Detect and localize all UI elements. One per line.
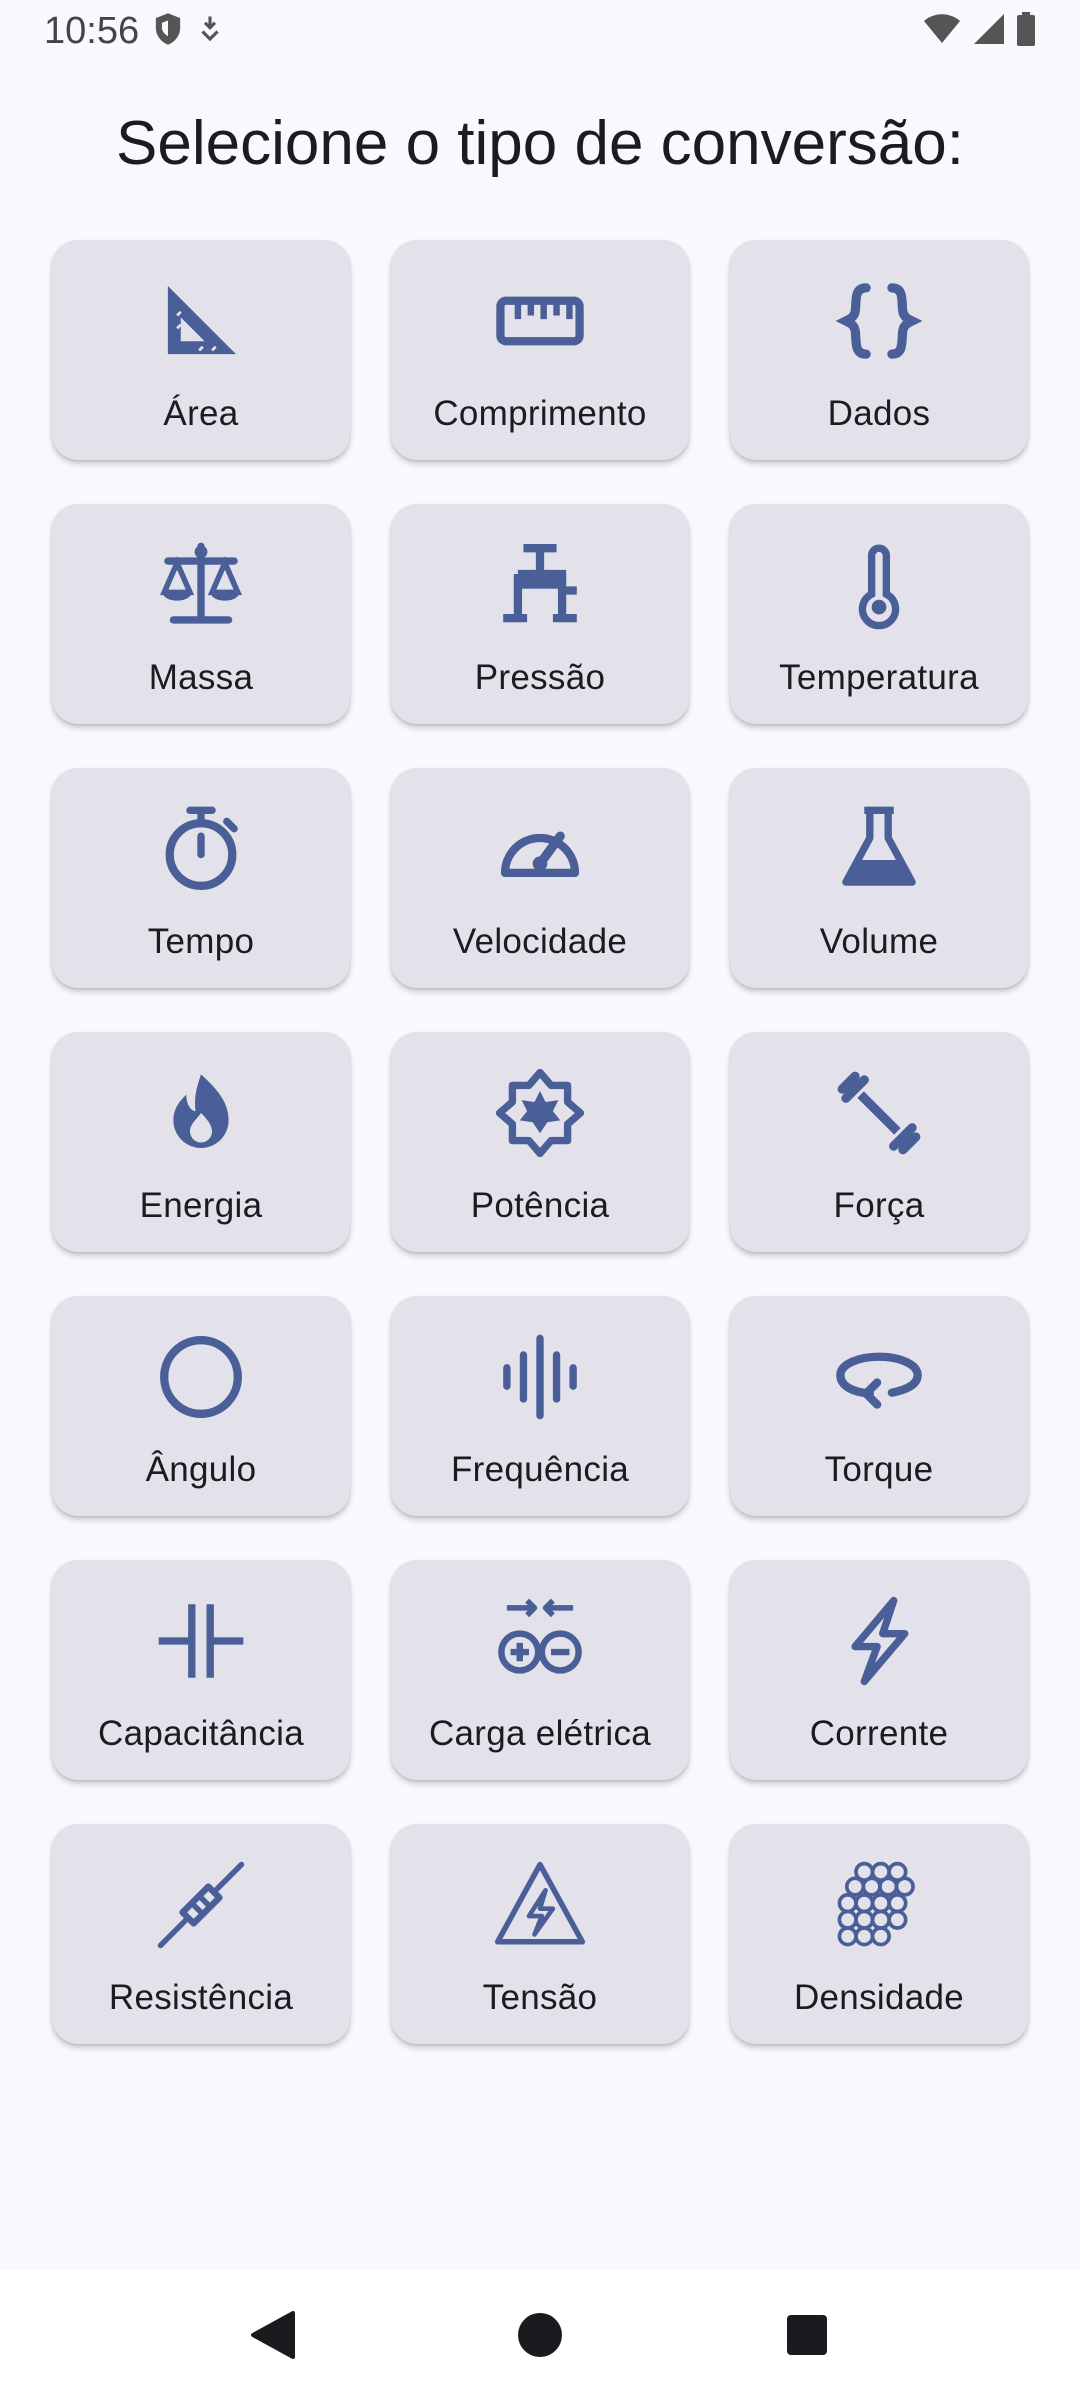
tile-volume[interactable]: Volume: [730, 768, 1028, 988]
tile-area[interactable]: Área: [52, 240, 350, 460]
download-icon: [197, 14, 223, 49]
flame-icon: [151, 1068, 251, 1158]
ruler-icon: [490, 276, 590, 366]
tile-label: Energia: [139, 1186, 263, 1225]
tile-pressao[interactable]: Pressão: [391, 504, 689, 724]
tile-densidade[interactable]: Densidade: [730, 1824, 1028, 2044]
tile-energia[interactable]: Energia: [52, 1032, 350, 1252]
rotate-icon: [829, 1332, 929, 1422]
tile-forca[interactable]: Força: [730, 1032, 1028, 1252]
shield-icon: [153, 12, 183, 51]
tile-frequencia[interactable]: Frequência: [391, 1296, 689, 1516]
waveform-icon: [490, 1332, 590, 1422]
stopwatch-icon: [151, 804, 251, 894]
tile-velocidade[interactable]: Velocidade: [391, 768, 689, 988]
capacitor-icon: [151, 1596, 251, 1686]
back-button[interactable]: [238, 2300, 308, 2370]
recents-icon: [786, 2315, 827, 2355]
tile-label: Capacitância: [98, 1714, 304, 1753]
conversion-grid: Área Comprimento Dados Massa Pressão Tem…: [52, 240, 1028, 2044]
tile-label: Velocidade: [452, 922, 628, 961]
flask-icon: [829, 804, 929, 894]
tile-label: Força: [833, 1186, 925, 1225]
battery-icon: [1016, 11, 1036, 51]
signal-icon: [972, 12, 1006, 51]
tile-corrente[interactable]: Corrente: [730, 1560, 1028, 1780]
power-star-icon: [490, 1068, 590, 1158]
tile-label: Área: [163, 394, 239, 433]
tile-potencia[interactable]: Potência: [391, 1032, 689, 1252]
circle-icon: [151, 1332, 251, 1422]
tile-dados[interactable]: Dados: [730, 240, 1028, 460]
tile-tempo[interactable]: Tempo: [52, 768, 350, 988]
tile-label: Carga elétrica: [428, 1714, 652, 1753]
back-icon: [251, 2311, 296, 2359]
tile-label: Resistência: [108, 1978, 294, 2017]
tile-label: Ângulo: [145, 1450, 257, 1489]
tile-label: Corrente: [809, 1714, 949, 1753]
tile-temperatura[interactable]: Temperatura: [730, 504, 1028, 724]
status-left: 10:56: [44, 10, 223, 53]
speedometer-icon: [490, 804, 590, 894]
set-square-icon: [151, 276, 251, 366]
tile-tensao[interactable]: Tensão: [391, 1824, 689, 2044]
wifi-icon: [922, 13, 962, 50]
atoms-icon: [829, 1860, 929, 1950]
dumbbell-icon: [829, 1068, 929, 1158]
charge-icon: [490, 1596, 590, 1686]
home-button[interactable]: [505, 2300, 575, 2370]
navigation-bar: [0, 2270, 1080, 2400]
tile-carga[interactable]: Carga elétrica: [391, 1560, 689, 1780]
resistor-icon: [151, 1860, 251, 1950]
tile-label: Frequência: [450, 1450, 630, 1489]
lightning-icon: [829, 1596, 929, 1686]
page-title: Selecione o tipo de conversão:: [116, 109, 964, 178]
tile-label: Comprimento: [433, 394, 647, 433]
pressure-valve-icon: [490, 540, 590, 630]
tile-label: Temperatura: [779, 658, 979, 697]
status-bar: 10:56: [0, 0, 1080, 62]
tile-angulo[interactable]: Ângulo: [52, 1296, 350, 1516]
scale-balance-icon: [151, 540, 251, 630]
tile-label: Dados: [827, 394, 931, 433]
tile-label: Tensão: [482, 1978, 598, 2017]
status-right: [922, 11, 1036, 51]
home-icon: [517, 2313, 562, 2357]
curly-braces-icon: [829, 276, 929, 366]
high-voltage-icon: [490, 1860, 590, 1950]
tile-label: Torque: [824, 1450, 934, 1489]
tile-comprimento[interactable]: Comprimento: [391, 240, 689, 460]
tile-resistencia[interactable]: Resistência: [52, 1824, 350, 2044]
tile-label: Massa: [148, 658, 254, 697]
tile-label: Pressão: [474, 658, 606, 697]
tile-torque[interactable]: Torque: [730, 1296, 1028, 1516]
tile-label: Volume: [819, 922, 939, 961]
status-time: 10:56: [44, 9, 140, 52]
tile-label: Tempo: [147, 922, 255, 961]
tile-massa[interactable]: Massa: [52, 504, 350, 724]
thermometer-icon: [829, 540, 929, 630]
recents-button[interactable]: [772, 2300, 842, 2370]
tile-label: Densidade: [793, 1978, 965, 2017]
tile-capacitancia[interactable]: Capacitância: [52, 1560, 350, 1780]
tile-label: Potência: [470, 1186, 610, 1225]
